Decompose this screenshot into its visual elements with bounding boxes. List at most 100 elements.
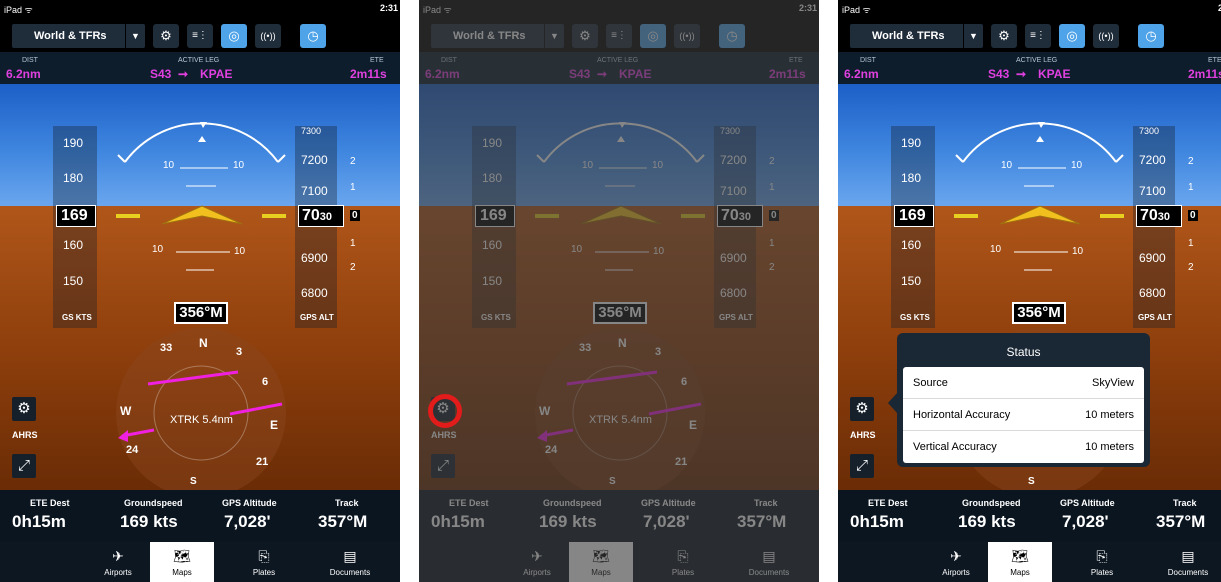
dist-caption: DIST xyxy=(22,57,38,64)
ete-dest-caption: ETE Dest xyxy=(868,498,908,508)
status-row-horizontal-accuracy: Horizontal Accuracy 10 meters xyxy=(903,399,1144,431)
clock-icon[interactable]: ◷ xyxy=(300,24,326,48)
status-popover: Status Source SkyView Horizontal Accurac… xyxy=(897,333,1150,467)
layers-list-icon[interactable]: ≡⋮ xyxy=(187,24,213,48)
speed-tick: 190 xyxy=(63,136,84,150)
pitch-label: 10 xyxy=(233,160,245,171)
layers-list-icon[interactable]: ≡⋮ xyxy=(1025,24,1051,48)
ete-dest-value: 0h15m xyxy=(12,512,66,531)
map-icon: 🗺 xyxy=(173,548,191,564)
device-label: iPad ᯤ xyxy=(842,5,871,15)
tab-maps[interactable]: 🗺 Maps xyxy=(988,542,1052,582)
heading-readout: 356°M xyxy=(1012,302,1066,324)
altitude-tape: 7300 7200 7100 6900 6800 xyxy=(295,126,337,328)
panel-separator xyxy=(819,0,838,582)
status-key: Source xyxy=(913,377,948,389)
tab-plates[interactable]: ⎘ Plates xyxy=(232,542,296,582)
speed-tick: 150 xyxy=(901,274,922,288)
active-leg-bar: DIST 6.2nm ACTIVE LEG S43 ➞ KPAE ETE 2m1… xyxy=(838,52,1221,84)
dist-caption: DIST xyxy=(860,57,876,64)
ete-dest-caption: ETE Dest xyxy=(30,498,70,508)
leg-from: S43 xyxy=(988,67,1010,81)
clock-icon[interactable]: ◷ xyxy=(1138,24,1164,48)
altitude-tick: 7200 xyxy=(1139,153,1166,167)
altitude-tape-label: GPS ALT xyxy=(300,313,334,322)
altitude-tick: 7100 xyxy=(1139,184,1166,198)
tab-maps[interactable]: 🗺 Maps xyxy=(150,542,214,582)
ahrs-settings-gear-icon[interactable]: ⚙ xyxy=(12,397,36,421)
pitch-label: 10 xyxy=(163,160,175,171)
globe-icon[interactable]: ◎ xyxy=(1059,24,1085,48)
airplane-icon: ✈ xyxy=(950,548,962,564)
chevron-down-icon[interactable]: ▼ xyxy=(963,24,983,48)
compass-mark: 21 xyxy=(256,456,269,468)
altitude-tape: 7300 7200 7100 6900 6800 xyxy=(1133,126,1175,328)
active-leg-caption: ACTIVE LEG xyxy=(1016,57,1058,64)
vsi-mark: 2 xyxy=(350,156,356,167)
tab-documents[interactable]: ▤ Documents xyxy=(1156,542,1220,582)
tab-maps-label: Maps xyxy=(1010,568,1030,577)
settings-gear-icon[interactable]: ⚙ xyxy=(991,24,1017,48)
plates-icon: ⎘ xyxy=(1096,548,1108,564)
tab-documents[interactable]: ▤ Documents xyxy=(318,542,382,582)
leg-from: S43 xyxy=(150,67,172,81)
signal-icon[interactable]: ((•)) xyxy=(1093,24,1119,48)
track-value: 357°M xyxy=(318,512,368,531)
altitude-tick: 7300 xyxy=(1139,126,1160,136)
vsi-mark: 1 xyxy=(350,182,356,193)
status-rows: Source SkyView Horizontal Accuracy 10 me… xyxy=(903,367,1144,463)
signal-icon[interactable]: ((•)) xyxy=(255,24,281,48)
compass-south: S xyxy=(1028,476,1035,487)
vsi-zero: 0 xyxy=(350,210,360,221)
groundspeed-value: 169 kts xyxy=(120,512,178,531)
instrument-data-bar: ETE Dest 0h15m Groundspeed 169 kts GPS A… xyxy=(838,490,1221,542)
vertical-speed-indicator: 2 1 0 1 2 xyxy=(1180,144,1198,294)
speed-tick: 160 xyxy=(901,238,922,252)
speed-tick: 150 xyxy=(63,274,84,288)
map-layer-selector[interactable]: World & TFRs ▼ xyxy=(12,24,145,48)
documents-icon: ▤ xyxy=(1181,548,1195,564)
attitude-indicator: 190 180 160 150 169 GS KTS 7300 7200 710… xyxy=(0,84,400,490)
ete-value: 2m11s xyxy=(350,67,387,81)
screenshot-panel-status-popover: iPad ᯤ 2:31 World & TFRs ▼ ⚙ ≡⋮ ◎ ((•)) … xyxy=(838,0,1221,582)
settings-gear-icon[interactable]: ⚙ xyxy=(153,24,179,48)
tab-maps-label: Maps xyxy=(172,568,192,577)
documents-icon: ▤ xyxy=(343,548,357,564)
tab-airports[interactable]: ✈ Airports xyxy=(924,542,988,582)
active-leg-caption: ACTIVE LEG xyxy=(178,57,220,64)
tab-plates[interactable]: ⎘ Plates xyxy=(1070,542,1134,582)
speed-tick: 160 xyxy=(63,238,84,252)
groundspeed-caption: Groundspeed xyxy=(124,498,183,508)
altitude-readout-major: 70 xyxy=(1140,207,1158,224)
chevron-down-icon[interactable]: ▼ xyxy=(125,24,145,48)
altitude-readout-minor: 30 xyxy=(319,211,333,223)
panel-separator xyxy=(400,0,419,582)
ete-caption: ETE xyxy=(1208,57,1221,64)
status-value: 10 meters xyxy=(1085,409,1134,421)
altitude-readout-minor: 30 xyxy=(1157,211,1171,223)
expand-icon[interactable]: ⤢ xyxy=(12,454,36,478)
gps-altitude-value: 7,028' xyxy=(224,512,271,531)
map-layer-selector[interactable]: World & TFRs ▼ xyxy=(850,24,983,48)
vsi-mark: 1 xyxy=(1188,182,1194,193)
pitch-label: 10 xyxy=(990,244,1002,255)
bottom-tab-bar: ✈ Airports 🗺 Maps ⎘ Plates ▤ Documents xyxy=(0,542,400,582)
vsi-mark: 2 xyxy=(1188,156,1194,167)
globe-icon[interactable]: ◎ xyxy=(221,24,247,48)
altitude-tick: 6800 xyxy=(301,286,328,300)
altitude-tick: 6800 xyxy=(1139,286,1166,300)
groundspeed-caption: Groundspeed xyxy=(962,498,1021,508)
map-layer-label: World & TFRs xyxy=(872,30,945,42)
tab-plates-label: Plates xyxy=(1090,568,1114,577)
vsi-mark: 2 xyxy=(1188,262,1194,273)
tab-airports[interactable]: ✈ Airports xyxy=(86,542,150,582)
expand-icon[interactable]: ⤢ xyxy=(850,454,874,478)
speed-tape-label: GS KTS xyxy=(62,313,92,322)
status-popover-title: Status xyxy=(1006,345,1041,359)
ahrs-settings-gear-icon[interactable]: ⚙ xyxy=(850,397,874,421)
track-caption: Track xyxy=(335,498,359,508)
screenshot-panel-highlighted: iPad ᯤ 2:31 World & TFRs ▼ ⚙ ≡⋮ ◎ ((•)) … xyxy=(419,0,819,582)
vsi-mark: 2 xyxy=(350,262,356,273)
speed-readout: 169 xyxy=(56,205,96,227)
top-toolbar: World & TFRs ▼ ⚙ ≡⋮ ◎ ((•)) ◷ xyxy=(838,20,1221,52)
